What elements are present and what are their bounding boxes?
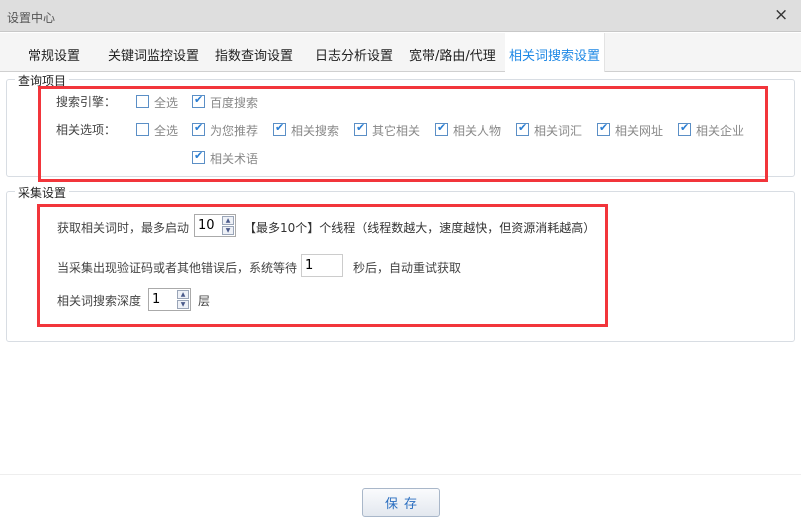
engine-select-all-checkbox[interactable] bbox=[136, 95, 149, 108]
decrement-icon[interactable]: ▼ bbox=[222, 226, 234, 235]
engine-baidu-label: 百度搜索 bbox=[210, 96, 259, 110]
option-label: 相关企业 bbox=[696, 124, 745, 138]
options-label: 相关选项： bbox=[56, 123, 117, 137]
collect-legend: 采集设置 bbox=[15, 184, 70, 201]
tab-bar: 常规设置 关键词监控设置 指数查询设置 日志分析设置 宽带/路由/代理 相关词搜… bbox=[0, 33, 801, 72]
increment-icon[interactable]: ▲ bbox=[177, 290, 189, 299]
option-checkbox[interactable] bbox=[192, 149, 205, 164]
engine-select-all-label: 全选 bbox=[154, 96, 179, 110]
decrement-icon[interactable]: ▼ bbox=[177, 300, 189, 309]
tab-general[interactable]: 常规设置 bbox=[28, 45, 80, 64]
option-label: 相关词汇 bbox=[534, 124, 583, 138]
tab-keyword-monitor[interactable]: 关键词监控设置 bbox=[108, 45, 199, 64]
option-checkbox[interactable] bbox=[678, 121, 691, 136]
option-select-all-checkbox[interactable] bbox=[136, 123, 149, 136]
close-icon[interactable]: × bbox=[774, 5, 788, 25]
wait-input[interactable] bbox=[302, 255, 342, 276]
engine-baidu-checkbox[interactable] bbox=[192, 93, 205, 108]
tab-related-search[interactable]: 相关词搜索设置 bbox=[505, 33, 606, 72]
depth-prefix: 相关词搜索深度 bbox=[57, 294, 142, 308]
threads-prefix: 获取相关词时，最多启动 bbox=[57, 221, 190, 235]
option-checkbox[interactable] bbox=[354, 121, 367, 136]
wait-prefix: 当采集出现验证码或者其他错误后，系统等待 bbox=[57, 261, 298, 275]
tab-broadband-proxy[interactable]: 宽带/路由/代理 bbox=[409, 45, 496, 64]
depth-suffix: 层 bbox=[198, 294, 211, 308]
save-button[interactable]: 保存 bbox=[362, 488, 440, 517]
tab-log-analysis[interactable]: 日志分析设置 bbox=[315, 45, 393, 64]
option-label: 相关人物 bbox=[453, 124, 502, 138]
option-label: 其它相关 bbox=[372, 124, 421, 138]
depth-stepper[interactable]: ▲ ▼ bbox=[148, 288, 191, 311]
option-checkbox[interactable] bbox=[516, 121, 529, 136]
option-label: 全选 bbox=[154, 124, 179, 138]
threads-suffix: 【最多10个】个线程（线程数越大，速度越快，但资源消耗越高） bbox=[244, 221, 596, 235]
option-checkbox[interactable] bbox=[597, 121, 610, 136]
tab-index-query[interactable]: 指数查询设置 bbox=[215, 45, 293, 64]
option-checkbox[interactable] bbox=[273, 121, 286, 136]
option-label: 相关网址 bbox=[615, 124, 664, 138]
window-title: 设置中心 bbox=[7, 11, 56, 25]
threads-stepper[interactable]: ▲ ▼ bbox=[194, 214, 236, 237]
option-checkbox[interactable] bbox=[435, 121, 448, 136]
engine-label: 搜索引擎： bbox=[56, 95, 117, 109]
option-label: 为您推荐 bbox=[210, 124, 259, 138]
title-bar: 设置中心 × bbox=[0, 0, 801, 32]
option-label: 相关搜索 bbox=[291, 124, 340, 138]
option-checkbox[interactable] bbox=[192, 121, 205, 136]
option-label: 相关术语 bbox=[210, 152, 259, 166]
wait-suffix: 秒后，自动重试获取 bbox=[353, 261, 462, 275]
wait-field[interactable] bbox=[301, 254, 343, 277]
increment-icon[interactable]: ▲ bbox=[222, 216, 234, 225]
